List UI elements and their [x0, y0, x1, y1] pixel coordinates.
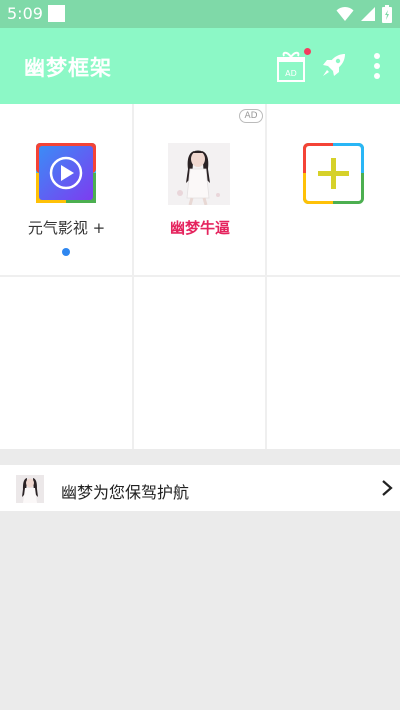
grid-empty-cell: [134, 277, 265, 449]
selected-indicator: [62, 248, 70, 256]
status-time: 5:09: [7, 4, 43, 23]
dot-1: [374, 53, 380, 59]
wifi-icon: [336, 6, 354, 21]
grid-item-label: 幽梦牛逼: [169, 219, 230, 237]
guardian-banner[interactable]: 幽梦为您保驾护航: [0, 465, 400, 511]
grid-empty-cell: [0, 277, 132, 449]
grid-item-label: 元气影视 +: [27, 219, 106, 237]
add-icon: [303, 143, 364, 204]
gift-ad-label: AD: [285, 69, 297, 78]
person-photo: [168, 143, 230, 205]
grid-item-yuanqi[interactable]: 元气影视 +: [0, 104, 132, 275]
grid-item-youmeng[interactable]: AD 幽梦牛逼: [134, 104, 265, 275]
video-play-icon: [36, 143, 96, 203]
app-bar: 幽梦框架 AD: [0, 28, 400, 104]
banner-text: 幽梦为您保驾护航: [61, 483, 190, 502]
notification-icon: [48, 5, 65, 22]
app-grid: 元气影视 + AD 幽梦牛逼: [0, 104, 400, 449]
battery-icon: [382, 5, 392, 23]
dot-2: [374, 63, 380, 69]
rocket-icon[interactable]: [319, 50, 349, 80]
banner-avatar: [16, 475, 44, 503]
dot-3: [374, 73, 380, 79]
status-icons: [336, 5, 392, 23]
photo-thumbnail: [168, 143, 230, 205]
notification-dot: [304, 48, 311, 55]
more-options-icon[interactable]: [368, 51, 386, 81]
app-title: 幽梦框架: [24, 56, 112, 80]
ad-badge: AD: [239, 109, 263, 123]
grid-empty-cell: [267, 277, 400, 449]
chevron-right-icon: [382, 480, 393, 496]
gift-ad-icon[interactable]: AD: [276, 49, 306, 83]
status-bar: 5:09: [0, 0, 400, 28]
signal-icon: [361, 7, 375, 21]
person-photo: [16, 475, 44, 503]
grid-item-add[interactable]: [267, 104, 400, 275]
